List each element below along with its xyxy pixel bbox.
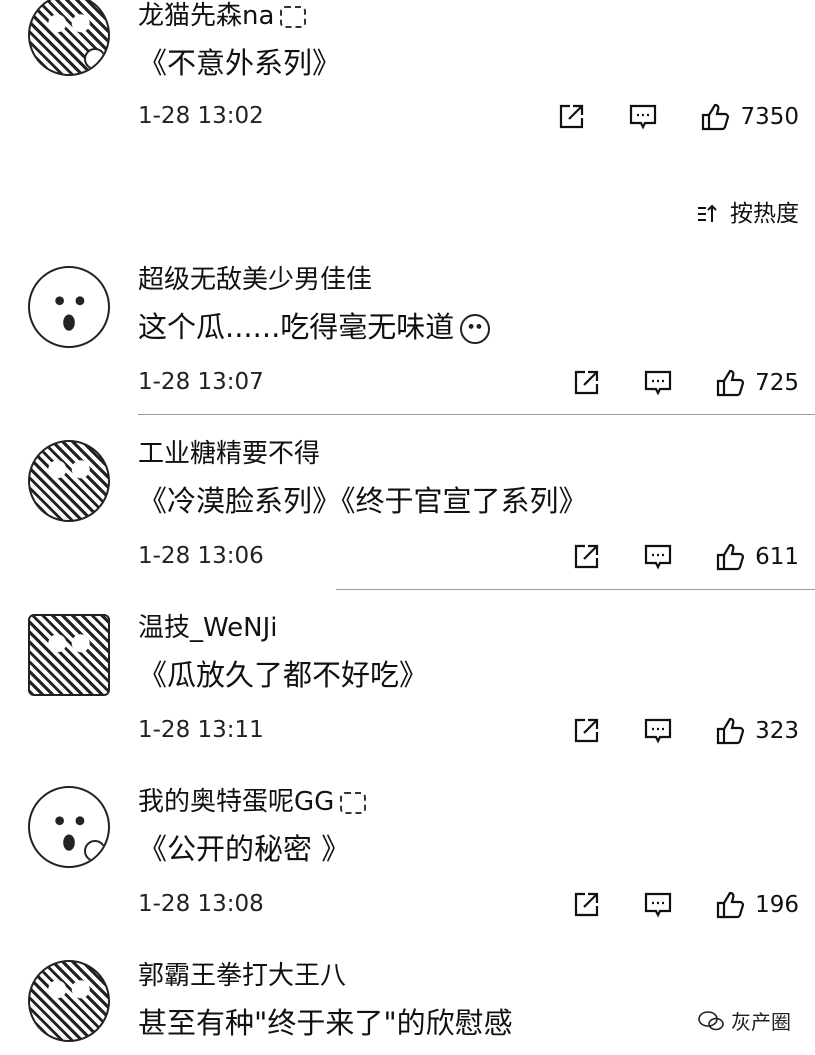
like-count: 323 (755, 718, 799, 744)
comment-time: 1-28 13:06 (138, 543, 264, 569)
watermark-label: 灰产圈 (731, 1010, 791, 1034)
comment-text: 甚至有种"终于来了"的欣慰感 (138, 1006, 513, 1040)
username-text[interactable]: 龙猫先森na (138, 1, 274, 31)
comment-text: 《公开的秘密 》 (138, 832, 351, 866)
comment-text: 《瓜放久了都不好吃》 (138, 658, 429, 692)
comment-time: 1-28 13:08 (138, 891, 264, 917)
share-icon[interactable] (571, 542, 601, 572)
avatar[interactable] (28, 614, 110, 696)
divider (138, 414, 815, 415)
sort-icon (696, 202, 720, 226)
avatar[interactable] (28, 266, 110, 348)
user-badge-icon (340, 791, 367, 814)
comment-icon[interactable] (643, 890, 673, 920)
comment-actions: 611 (571, 540, 799, 574)
like-count: 7350 (740, 104, 799, 130)
thumbs-up-icon[interactable] (715, 368, 745, 398)
thumbs-up-icon[interactable] (715, 716, 745, 746)
like-count: 725 (755, 370, 799, 396)
comment-icon[interactable] (643, 542, 673, 572)
share-icon[interactable] (571, 716, 601, 746)
emoji-icon (460, 314, 491, 344)
comment-time: 1-28 13:11 (138, 717, 264, 743)
share-icon[interactable] (556, 102, 586, 132)
comment-actions: 323 (571, 714, 799, 748)
comment-actions: 196 (571, 888, 799, 922)
user-badge-icon (280, 5, 307, 28)
avatar[interactable] (28, 0, 110, 76)
avatar[interactable] (28, 960, 110, 1042)
avatar[interactable] (28, 786, 110, 868)
comment-text: 《不意外系列》 (138, 46, 342, 80)
sort-label: 按热度 (730, 201, 799, 227)
comment-text: 这个瓜......吃得毫无味道 (138, 308, 491, 346)
comment-time: 1-28 13:07 (138, 369, 264, 395)
username[interactable]: 温技_WeNJi (138, 612, 278, 644)
comment-text-content: 这个瓜......吃得毫无味道 (138, 310, 455, 344)
avatar-badge (84, 48, 106, 70)
comment-icon[interactable] (643, 368, 673, 398)
comment-actions: 7350 (556, 100, 799, 134)
sort-control[interactable]: 按热度 (696, 200, 799, 228)
thumbs-up-icon[interactable] (700, 102, 730, 132)
share-icon[interactable] (571, 890, 601, 920)
username[interactable]: 超级无敌美少男佳佳 (138, 264, 372, 296)
comment-actions: 725 (571, 366, 799, 400)
avatar-badge (84, 840, 106, 862)
divider (336, 589, 815, 590)
like-count: 196 (755, 892, 799, 918)
thumbs-up-icon[interactable] (715, 890, 745, 920)
username[interactable]: 龙猫先森na (138, 0, 307, 32)
comment-icon[interactable] (643, 716, 673, 746)
comment-time: 1-28 13:02 (138, 103, 264, 129)
like-count: 611 (755, 544, 799, 570)
comment-icon[interactable] (628, 102, 658, 132)
username[interactable]: 郭霸王拳打大王八 (138, 960, 346, 992)
comment-text: 《冷漠脸系列》《终于官宣了系列》 (138, 484, 588, 518)
username[interactable]: 工业糖精要不得 (138, 438, 320, 470)
avatar[interactable] (28, 440, 110, 522)
username-text[interactable]: 我的奥特蛋呢GG (138, 787, 334, 817)
wechat-icon (697, 1010, 725, 1032)
thumbs-up-icon[interactable] (715, 542, 745, 572)
share-icon[interactable] (571, 368, 601, 398)
watermark: 灰产圈 (697, 1006, 791, 1035)
username[interactable]: 我的奥特蛋呢GG (138, 786, 367, 818)
